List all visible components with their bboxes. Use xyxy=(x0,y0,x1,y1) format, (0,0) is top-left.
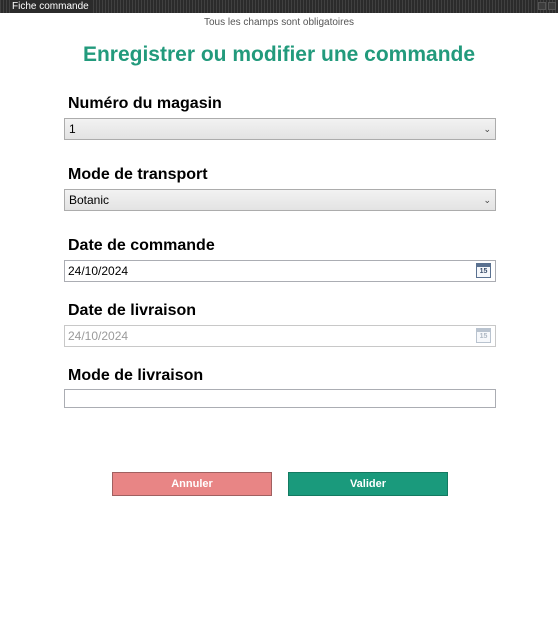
chevron-down-icon: ⌄ xyxy=(483,124,491,134)
date-commande-label: Date de commande xyxy=(68,237,215,254)
window-controls xyxy=(538,2,556,10)
date-livraison-picker: 24/10/2024 15 xyxy=(64,325,496,347)
close-icon[interactable] xyxy=(548,2,556,10)
date-commande-picker[interactable]: 24/10/2024 15 xyxy=(64,260,496,282)
magasin-value: 1 xyxy=(69,122,76,136)
transport-select[interactable]: Botanic ⌄ xyxy=(64,189,496,211)
calendar-icon: 15 xyxy=(476,328,491,343)
magasin-label: Numéro du magasin xyxy=(68,95,222,112)
date-livraison-label: Date de livraison xyxy=(68,302,197,319)
chevron-down-icon: ⌄ xyxy=(483,195,491,205)
mode-livraison-label: Mode de livraison xyxy=(68,367,204,384)
cancel-button[interactable]: Annuler xyxy=(112,472,272,496)
page-title: Enregistrer ou modifier une commande xyxy=(82,43,476,66)
date-livraison-value: 24/10/2024 xyxy=(68,329,129,343)
magasin-select[interactable]: 1 ⌄ xyxy=(64,118,496,140)
window-title: Fiche commande xyxy=(12,0,93,13)
calendar-icon[interactable]: 15 xyxy=(476,263,491,278)
mode-livraison-input[interactable] xyxy=(64,389,496,408)
transport-value: Botanic xyxy=(69,193,110,207)
transport-label: Mode de transport xyxy=(68,166,208,183)
validate-button[interactable]: Valider xyxy=(288,472,448,496)
minimize-icon[interactable] xyxy=(538,2,546,10)
required-fields-hint: Tous les champs sont obligatoires xyxy=(203,17,355,28)
window-titlebar[interactable]: Fiche commande xyxy=(0,0,558,13)
date-commande-value: 24/10/2024 xyxy=(68,264,129,278)
